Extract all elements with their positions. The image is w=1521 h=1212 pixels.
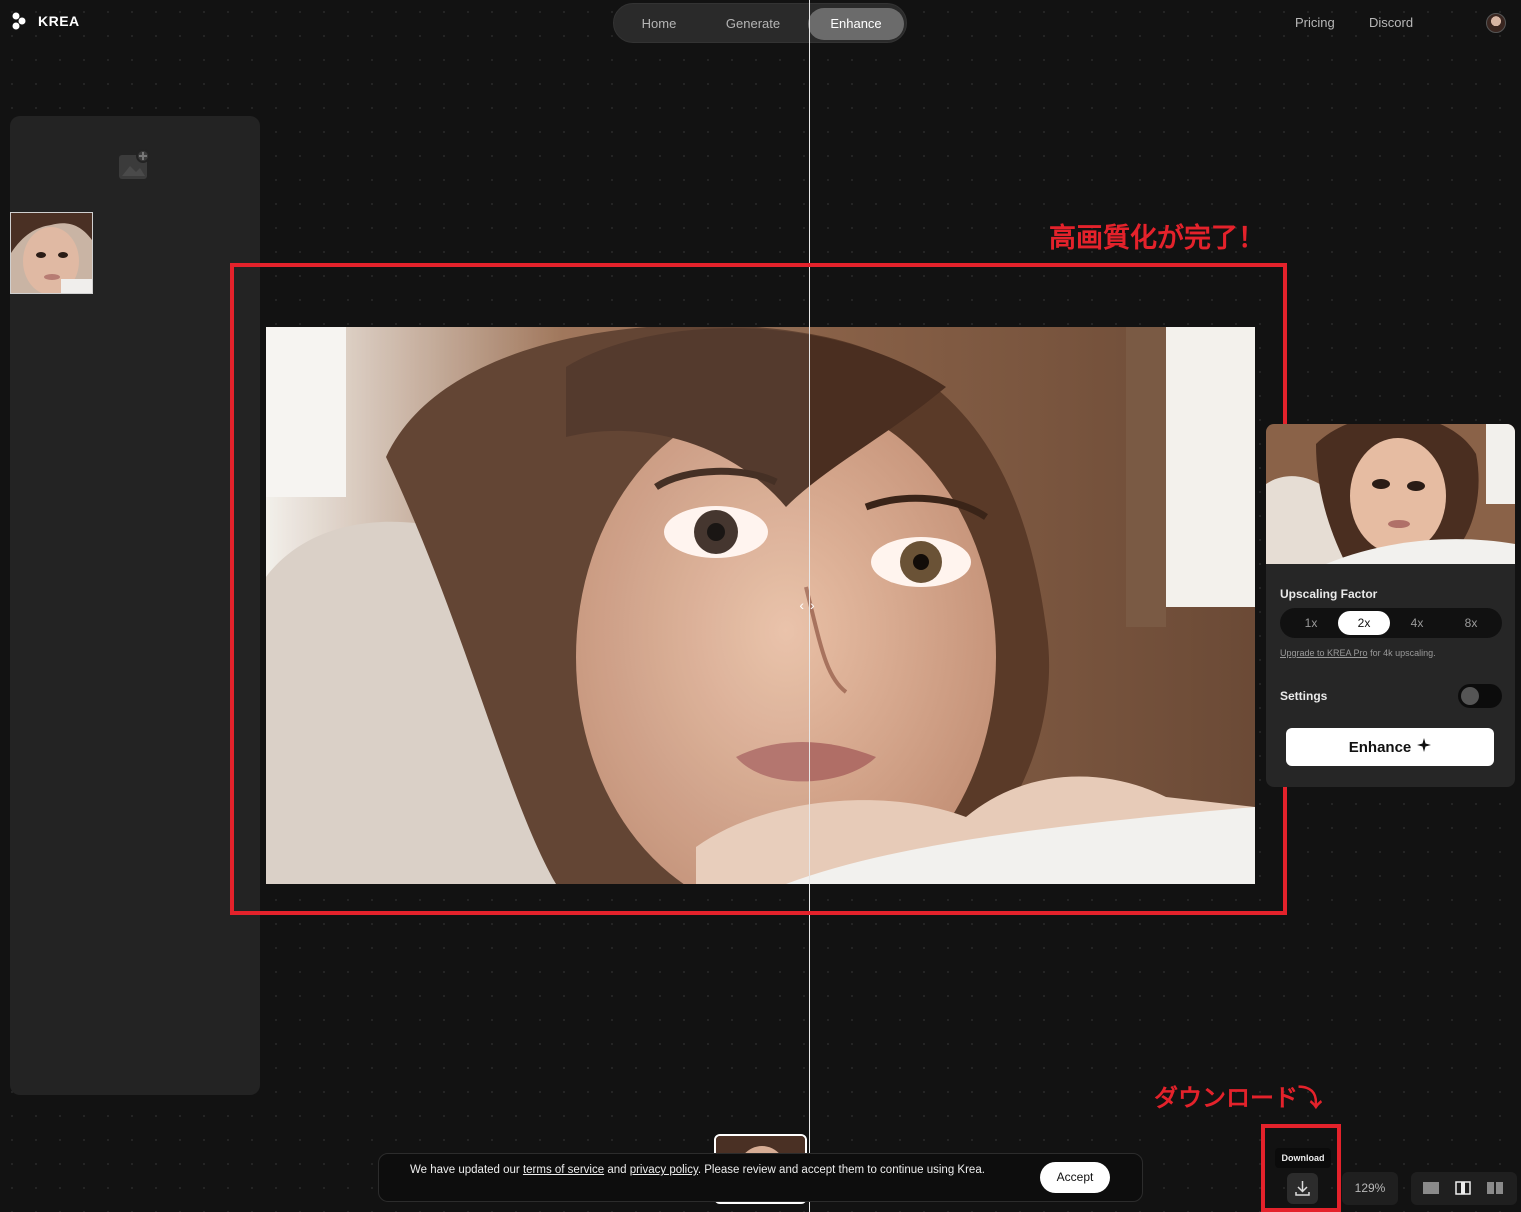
portrait-image	[11, 213, 92, 293]
preview-image	[1266, 424, 1515, 564]
privacy-policy-link[interactable]: privacy policy	[630, 1164, 698, 1176]
view-mode-selector	[1411, 1172, 1517, 1205]
main-nav: Home Generate Enhance	[613, 3, 907, 43]
tab-enhance[interactable]: Enhance	[808, 8, 904, 40]
terms-text-part: and	[604, 1164, 630, 1176]
enhance-settings-panel: Upscaling Factor 1x 2x 4x 8x Upgrade to …	[1266, 424, 1515, 787]
sparkle-icon	[1417, 738, 1432, 756]
portrait-preview	[1266, 424, 1515, 564]
side-by-side-icon[interactable]	[1486, 1180, 1504, 1196]
tab-home[interactable]: Home	[618, 8, 700, 40]
terms-text-part: We have updated our	[410, 1164, 523, 1176]
split-compare-icon[interactable]	[1454, 1180, 1472, 1196]
krea-logo-icon	[12, 12, 26, 30]
pricing-link[interactable]: Pricing	[1295, 15, 1335, 30]
upgrade-note: Upgrade to KREA Pro for 4k upscaling.	[1280, 648, 1436, 658]
upgrade-link[interactable]: Upgrade to KREA Pro	[1280, 648, 1368, 658]
add-image-icon[interactable]	[118, 148, 152, 182]
settings-label: Settings	[1280, 689, 1328, 703]
annotation-image-box	[230, 263, 1287, 915]
terms-update-banner: We have updated our terms of service and…	[378, 1153, 1143, 1202]
upgrade-note-text: for 4k upscaling.	[1367, 648, 1436, 658]
terms-update-text: We have updated our terms of service and…	[410, 1163, 1010, 1178]
toggle-knob	[1461, 687, 1479, 705]
zoom-level[interactable]: 129%	[1342, 1172, 1398, 1205]
terms-text-part: . Please review and accept them to conti…	[697, 1164, 985, 1176]
download-icon	[1295, 1181, 1310, 1196]
factor-1x[interactable]: 1x	[1285, 611, 1337, 635]
upscaling-factor-label: Upscaling Factor	[1280, 587, 1378, 601]
image-history-panel	[10, 116, 260, 1095]
settings-toggle[interactable]	[1458, 684, 1502, 708]
user-avatar[interactable]	[1486, 13, 1506, 33]
enhance-button[interactable]: Enhance	[1286, 728, 1494, 766]
annotation-title: 高画質化が完了！	[1049, 223, 1265, 253]
single-view-icon[interactable]	[1422, 1180, 1440, 1196]
annotation-download: ダウンロード⤵	[1154, 1085, 1322, 1112]
download-button[interactable]	[1287, 1173, 1318, 1204]
krea-logo[interactable]: KREA	[12, 12, 80, 30]
terms-of-service-link[interactable]: terms of service	[523, 1164, 604, 1176]
app-name: KREA	[38, 13, 80, 29]
history-thumbnail[interactable]	[10, 212, 93, 294]
discord-link[interactable]: Discord	[1369, 15, 1413, 30]
factor-4x[interactable]: 4x	[1391, 611, 1443, 635]
upscaling-factor-selector: 1x 2x 4x 8x	[1280, 608, 1502, 638]
download-tooltip: Download	[1275, 1148, 1331, 1168]
factor-2x[interactable]: 2x	[1338, 611, 1390, 635]
enhance-button-label: Enhance	[1348, 738, 1412, 756]
factor-8x[interactable]: 8x	[1445, 611, 1497, 635]
tab-generate[interactable]: Generate	[711, 8, 795, 40]
accept-button[interactable]: Accept	[1040, 1162, 1110, 1193]
